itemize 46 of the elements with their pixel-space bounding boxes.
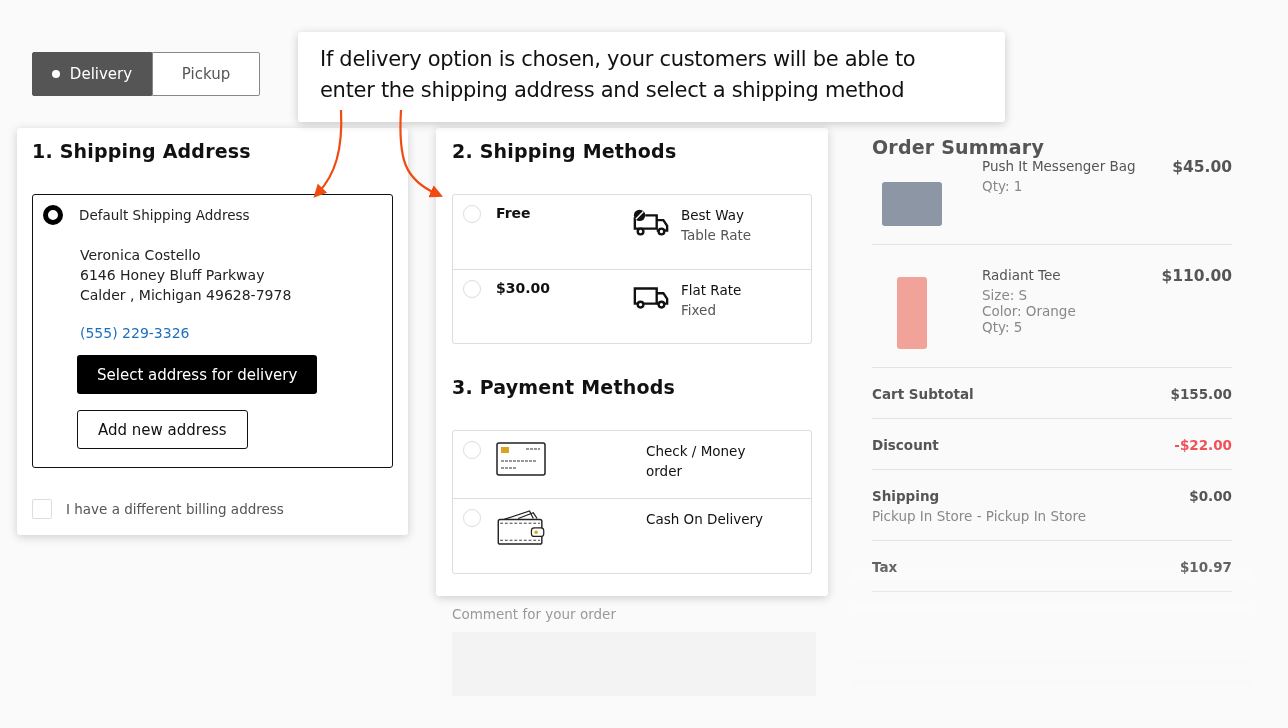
comment-label: Comment for your order — [452, 606, 617, 622]
delivery-tab[interactable]: Pickup — [152, 52, 260, 96]
product-price: $45.00 — [1172, 158, 1232, 176]
checkbox-label: I have a different billing address — [66, 501, 284, 517]
select-address-button[interactable]: Select address for delivery — [77, 355, 318, 394]
callout-note: If delivery option is chosen, your customers will be able to enter the shipping address and select a shipping method — [298, 32, 1005, 122]
wallet-icon — [496, 509, 546, 545]
summary-title: Order Summary — [872, 136, 1045, 158]
product-price: $110.00 — [1161, 267, 1232, 285]
product-detail: Color: Orange — [982, 303, 1077, 319]
section-title: 1. Shipping Address — [32, 140, 252, 162]
total-label: Tax — [872, 559, 898, 575]
carrier-name: Flat Rate — [681, 281, 742, 300]
section-title: 2. Shipping Methods — [452, 140, 678, 162]
section-title: 3. Payment Methods — [452, 376, 676, 398]
add-address-button[interactable]: Add new address — [77, 410, 248, 449]
product-name: Radiant Tee — [982, 267, 1062, 283]
total-label: Discount — [872, 437, 939, 453]
truck-icon — [632, 207, 670, 237]
credit-card-icon — [496, 441, 546, 477]
product-detail: Qty: 1 — [982, 178, 1024, 194]
delivery-tab[interactable]: Delivery — [32, 52, 152, 96]
total-value: $10.97 — [1179, 559, 1232, 575]
product-name: Push It Messenger Bag — [982, 158, 1137, 174]
total-value: $0.00 — [1189, 488, 1232, 504]
product-detail: Qty: 5 — [982, 319, 1024, 335]
product-detail: Size: S — [982, 287, 1029, 303]
total-value: -$22.00 — [1174, 437, 1232, 453]
carrier-name: Best Way — [681, 206, 745, 225]
payment-label: Cash On Delivery — [646, 510, 765, 529]
radio-button[interactable] — [43, 205, 63, 225]
method-name: Fixed — [681, 301, 717, 320]
address-label: Default Shipping Address — [79, 207, 250, 223]
payment-label: Check / Money order — [646, 442, 747, 481]
phone-link[interactable]: (555) 229-3326 — [80, 325, 190, 341]
photo-placeholder — [897, 277, 927, 349]
checkbox[interactable] — [32, 499, 52, 519]
address-text: Veronica Costello 6146 Honey Bluff Parkway Calder , Michigan 49628-7978 — [80, 246, 293, 305]
method-name: Table Rate — [681, 226, 752, 245]
total-label: Cart Subtotal — [872, 386, 974, 402]
shipping-price: $30.00 — [496, 280, 552, 296]
photo-placeholder — [882, 182, 942, 226]
total-value: $155.00 — [1170, 386, 1232, 402]
total-label: Shipping — [872, 488, 941, 504]
total-sublabel: Pickup In Store - Pickup In Store — [872, 508, 1087, 524]
shipping-price: Free — [496, 205, 532, 221]
